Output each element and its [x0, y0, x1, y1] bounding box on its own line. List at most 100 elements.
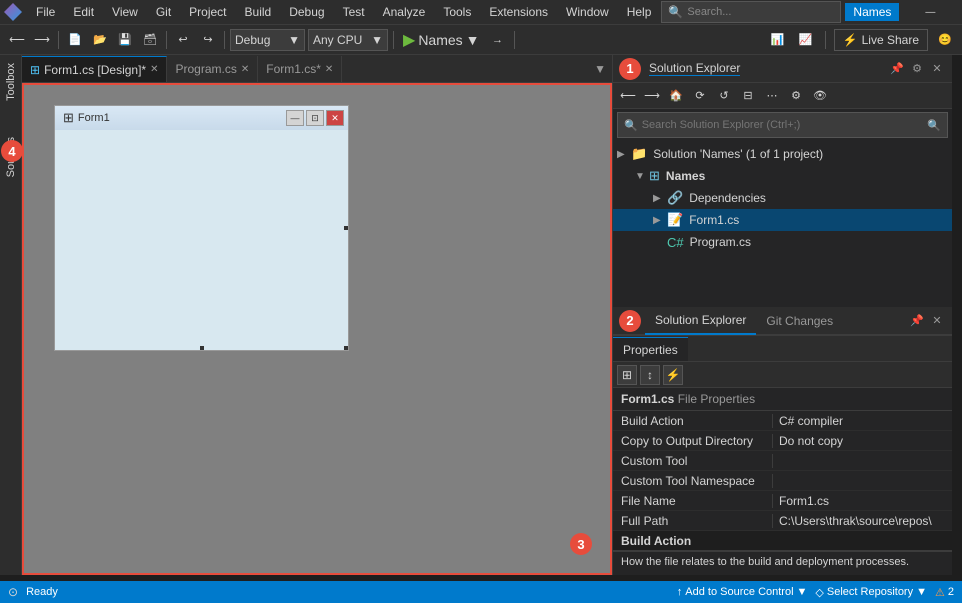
toolbar-forward[interactable]: ⟶	[31, 29, 53, 51]
form-minimize-btn[interactable]: —	[286, 110, 304, 126]
form-restore-btn[interactable]: ⊡	[306, 110, 324, 126]
tree-item-programcs[interactable]: C# Program.cs	[613, 231, 952, 253]
run-button[interactable]: ▶ Names ▼	[399, 30, 484, 50]
debug-config-dropdown[interactable]: Debug ▼	[230, 29, 305, 51]
toolbar-open[interactable]: 📂	[89, 29, 111, 51]
menu-file[interactable]: File	[28, 1, 63, 23]
se-settings-btn[interactable]: ⚙	[908, 60, 926, 78]
status-notifications[interactable]: ⚠ 2	[935, 586, 954, 599]
tab-label-form1-design: Form1.cs [Design]*	[44, 63, 146, 77]
prop-tool-events[interactable]: ⚡	[663, 365, 683, 385]
toolbar-undo[interactable]: ↩	[172, 29, 194, 51]
run-label: Names	[418, 32, 462, 48]
tab-form1-cs[interactable]: Form1.cs* ✕	[258, 56, 342, 82]
se-preview-btn[interactable]: 👁	[809, 85, 831, 107]
minimize-button[interactable]: —	[907, 0, 953, 26]
resize-handle-right[interactable]	[344, 226, 348, 230]
status-right: ↑ Add to Source Control ▼ ◇ Select Repos…	[677, 586, 954, 599]
tab-close-form1-cs[interactable]: ✕	[325, 64, 333, 75]
toolbar-perf[interactable]: 📈	[795, 29, 817, 51]
tree-item-dependencies[interactable]: ▶ 🔗 Dependencies	[613, 187, 952, 209]
se-search-icon: 🔍	[624, 119, 638, 132]
prop-row-custom-tool: Custom Tool	[613, 451, 952, 471]
menu-test[interactable]: Test	[335, 1, 373, 23]
se-pin-btn[interactable]: 📌	[888, 60, 906, 78]
form-close-btn[interactable]: ✕	[326, 110, 344, 126]
se-search-input[interactable]	[642, 119, 924, 131]
menu-window[interactable]: Window	[558, 1, 617, 23]
status-select-repo[interactable]: ◇ Select Repository ▼	[815, 586, 927, 599]
tree-arrow-names[interactable]: ▼	[635, 171, 647, 182]
tree-item-names[interactable]: ▼ ⊞ Names	[613, 165, 952, 187]
se-back-btn[interactable]: ⟵	[617, 85, 639, 107]
toolbar-feedback[interactable]: 😊	[934, 29, 956, 51]
se-close-btn[interactable]: ✕	[928, 60, 946, 78]
toolbar-redo[interactable]: ↪	[197, 29, 219, 51]
prop-tool-sort[interactable]: ↕	[640, 365, 660, 385]
solution-icon: 📁	[631, 146, 647, 162]
tab-solution-explorer-bottom[interactable]: Solution Explorer	[645, 307, 756, 335]
toolbar-diag[interactable]: 📊	[767, 29, 789, 51]
toolbar-new[interactable]: 📄	[64, 29, 86, 51]
toolbar-separator-4	[393, 31, 394, 49]
program-icon: C#	[667, 235, 684, 250]
cpu-platform-dropdown[interactable]: Any CPU ▼	[308, 29, 388, 51]
menu-debug[interactable]: Debug	[281, 1, 332, 23]
menu-tools[interactable]: Tools	[435, 1, 479, 23]
menu-extensions[interactable]: Extensions	[481, 1, 556, 23]
restore-button[interactable]: ⊡	[955, 0, 962, 26]
tree-item-solution[interactable]: ▶ 📁 Solution 'Names' (1 of 1 project)	[613, 143, 952, 165]
tree-item-form1cs[interactable]: ▶ 📝 Form1.cs	[613, 209, 952, 231]
menu-edit[interactable]: Edit	[65, 1, 102, 23]
menu-git[interactable]: Git	[148, 1, 179, 23]
status-bar: ⊙ Ready ↑ Add to Source Control ▼ ◇ Sele…	[0, 581, 962, 603]
prop-pin-btn[interactable]: 📌	[908, 312, 926, 330]
prop-table: Build Action C# compiler Copy to Output …	[613, 411, 952, 575]
se-forward-btn[interactable]: ⟶	[641, 85, 663, 107]
se-refresh-btn[interactable]: ↺	[713, 85, 735, 107]
tree-arrow-solution[interactable]: ▶	[617, 149, 629, 160]
panel-bottom-tab-group: Solution Explorer Git Changes	[645, 307, 843, 335]
se-search-expand-icon[interactable]: 🔍	[927, 119, 941, 132]
tab-overflow[interactable]: ▼	[588, 56, 612, 82]
tab-program[interactable]: Program.cs ✕	[167, 56, 258, 82]
status-add-source[interactable]: ↑ Add to Source Control ▼	[677, 586, 808, 598]
menu-analyze[interactable]: Analyze	[375, 1, 434, 23]
prop-tab-properties[interactable]: Properties	[613, 337, 688, 361]
toolbar-back[interactable]: ⟵	[6, 29, 28, 51]
se-collapse-btn[interactable]: ⊟	[737, 85, 759, 107]
toolbar-save[interactable]: 💾	[114, 29, 136, 51]
tab-close-program[interactable]: ✕	[241, 64, 249, 75]
se-sync-btn[interactable]: ⟳	[689, 85, 711, 107]
toolbox-label[interactable]: Toolbox	[5, 55, 17, 109]
toolbar-step-over[interactable]: →	[487, 29, 509, 51]
prop-name-copy-output: Copy to Output Directory	[613, 434, 773, 448]
menu-project[interactable]: Project	[181, 1, 234, 23]
tab-close-form1-design[interactable]: ✕	[150, 64, 158, 75]
tab-git-changes[interactable]: Git Changes	[756, 307, 843, 335]
se-settings2-btn[interactable]: ⚙	[785, 85, 807, 107]
global-search[interactable]: 🔍 Search...	[661, 1, 841, 23]
form-titlebar[interactable]: ⊞ Form1 — ⊡ ✕	[55, 106, 348, 130]
tab-form1-design[interactable]: ⊞ Form1.cs [Design]* ✕	[22, 56, 167, 82]
prop-name-file-name: File Name	[613, 494, 773, 508]
prop-close-btn[interactable]: ✕	[928, 312, 946, 330]
menu-help[interactable]: Help	[619, 1, 660, 23]
toolbox-sidebar[interactable]: 4 Toolbox Sources	[0, 55, 22, 575]
se-home-btn[interactable]: 🏠	[665, 85, 687, 107]
tree-arrow-form1[interactable]: ▶	[653, 215, 665, 226]
resize-handle-bottom[interactable]	[200, 346, 204, 350]
menu-build[interactable]: Build	[237, 1, 280, 23]
liveshare-button[interactable]: ⚡ Live Share	[834, 29, 928, 51]
menu-view[interactable]: View	[104, 1, 146, 23]
resize-handle-corner[interactable]	[344, 346, 348, 350]
toolbar-save-all[interactable]: 🗃	[139, 29, 161, 51]
search-icon: 🔍	[668, 5, 683, 19]
liveshare-icon: ⚡	[843, 33, 858, 47]
tree-arrow-deps[interactable]: ▶	[653, 193, 665, 204]
se-filter-btn[interactable]: ⋯	[761, 85, 783, 107]
solution-explorer-title: Solution Explorer	[649, 61, 740, 76]
prop-tool-category[interactable]: ⊞	[617, 365, 637, 385]
se-search-box[interactable]: 🔍 🔍	[617, 112, 948, 138]
tree-label-names: Names	[666, 169, 705, 183]
